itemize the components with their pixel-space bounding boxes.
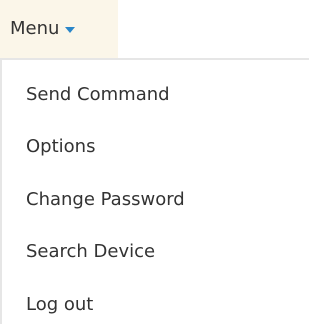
menu-button[interactable]: Menu [0, 0, 118, 58]
menu-item-options[interactable]: Options [26, 138, 95, 156]
menu-item-send-command[interactable]: Send Command [26, 86, 170, 104]
menu-container: Menu Send Command Options Change Passwor… [0, 0, 309, 324]
menu-item-change-password[interactable]: Change Password [26, 191, 185, 209]
menu-label: Menu [10, 18, 60, 39]
chevron-down-icon [65, 27, 76, 33]
menu-item-search-device[interactable]: Search Device [26, 243, 155, 261]
dropdown-menu: Send Command Options Change Password Sea… [0, 58, 309, 324]
menu-item-log-out[interactable]: Log out [26, 296, 93, 314]
